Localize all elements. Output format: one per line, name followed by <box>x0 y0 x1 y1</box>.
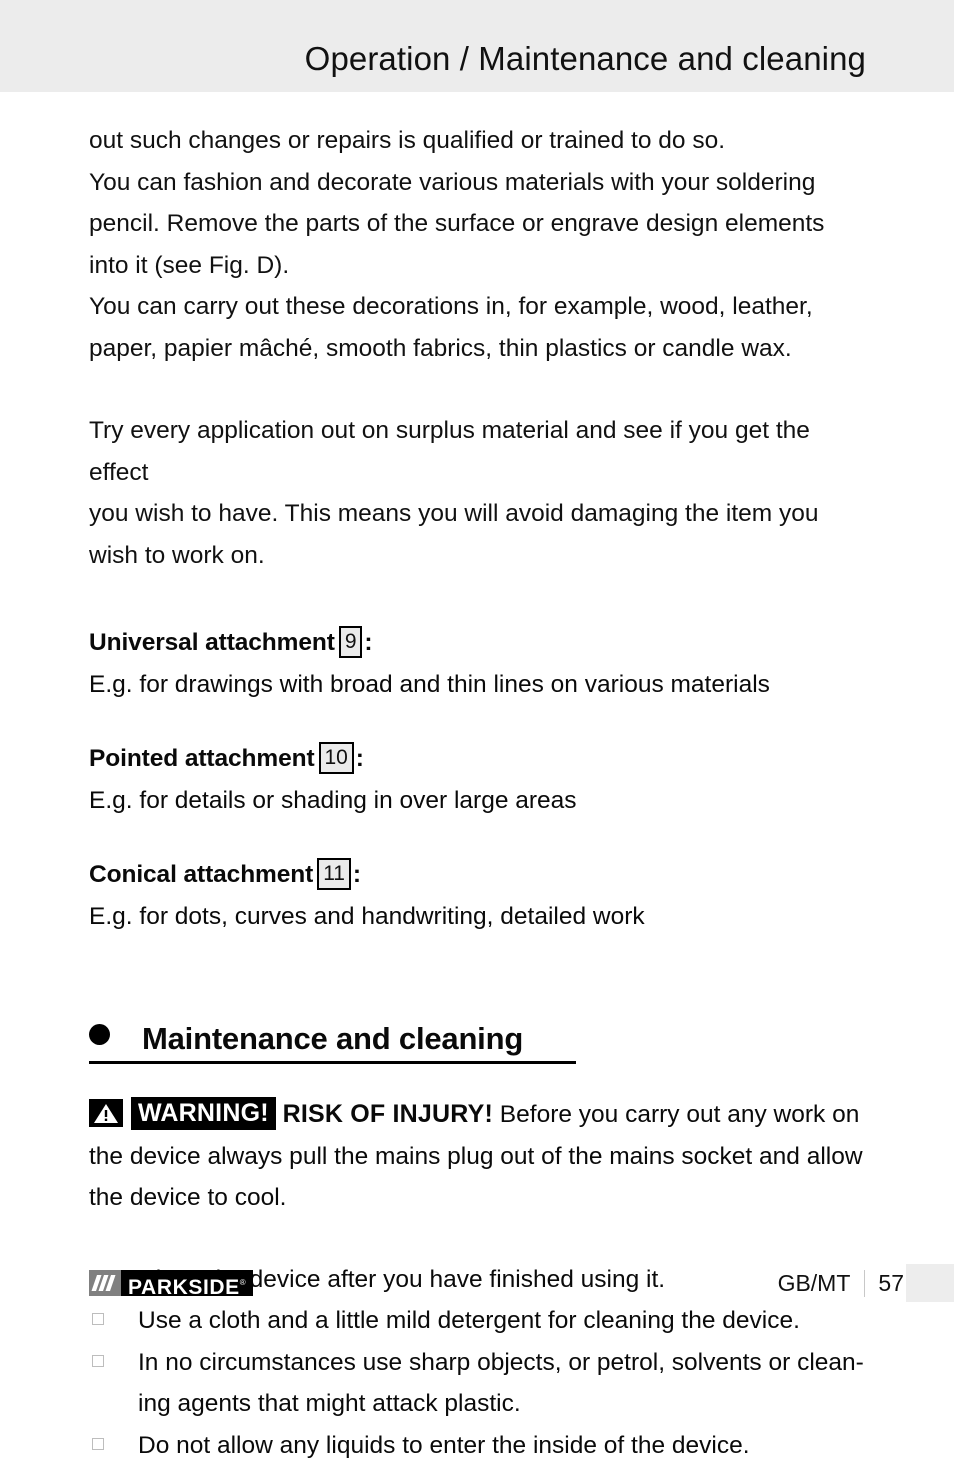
filled-circle-bullet-icon <box>89 1024 110 1045</box>
attachment-colon: : <box>355 745 364 772</box>
warning-paragraph: WARNING! RISK OF INJURY! Before you carr… <box>89 1094 871 1219</box>
attachment-block-universal: Universal attachment 9: E.g. for drawings… <box>89 622 871 705</box>
parkside-wordmark-text: PARKSIDE <box>128 1276 240 1299</box>
paragraph-try-line: wish to work on. <box>89 541 265 569</box>
empty-square-bullet-icon <box>92 1354 104 1367</box>
attachment-description: E.g. for details or shading in over larg… <box>89 786 577 814</box>
attachment-ref-number-box: 9 <box>338 626 363 658</box>
attachment-description: E.g. for dots, curves and handwriting, d… <box>89 902 645 930</box>
footer-divider <box>864 1269 866 1297</box>
paragraph-try-application: Try every application out on surplus mat… <box>89 410 871 576</box>
warning-tag-label: WARNING! <box>131 1097 276 1130</box>
attachment-heading: Pointed attachment 10: <box>89 738 871 780</box>
footer-page-indicator: GB/MT 57 <box>778 1266 904 1300</box>
attachment-ref-number-box: 11 <box>317 858 351 890</box>
registered-trademark-icon: ® <box>239 1278 246 1287</box>
attachment-block-pointed: Pointed attachment 10: E.g. for details o… <box>89 738 871 821</box>
list-item: Do not allow any liquids to enter the in… <box>89 1425 871 1467</box>
page-header-title: Operation / Maintenance and cleaning <box>304 40 866 77</box>
warning-risk-label: RISK OF INJURY! <box>282 1100 493 1128</box>
page-body: out such changes or repairs is qualified… <box>0 92 954 1459</box>
attachment-description: E.g. for drawings with broad and thin li… <box>89 670 770 698</box>
page-footer: PARKSIDE® GB/MT 57 <box>0 1264 954 1345</box>
attachment-colon: : <box>352 861 361 888</box>
attachment-colon: : <box>364 629 373 656</box>
attachment-title: Universal attachment <box>89 629 335 656</box>
section-heading-text: Maintenance and cleaning <box>142 1021 524 1056</box>
page-header-band: Operation / Maintenance and cleaning <box>0 0 954 92</box>
section-heading-rule <box>89 1061 576 1064</box>
list-item-text-line: ing agents that might attack plastic. <box>138 1390 521 1417</box>
empty-square-bullet-icon <box>92 1437 104 1450</box>
section-heading-row: Maintenance and cleaning <box>89 1021 576 1057</box>
parkside-wordmark: PARKSIDE® <box>121 1270 253 1299</box>
paragraph-intro-line: pencil. Remove the parts of the surface … <box>89 210 825 237</box>
attachment-ref-number-box: 10 <box>318 742 354 774</box>
list-item: In no circumstances use sharp objects, o… <box>89 1342 871 1425</box>
paragraph-intro-line: out such changes or repairs is qualified… <box>89 127 726 154</box>
warning-triangle-icon <box>89 1099 123 1127</box>
paragraph-intro-line: You can fashion and decorate various mat… <box>89 168 816 196</box>
paragraph-intro-line: into it (see Fig. D). <box>89 251 290 279</box>
footer-language-code: GB/MT <box>777 1270 851 1296</box>
parkside-logo: PARKSIDE® <box>89 1270 253 1299</box>
paragraph-try-line: you wish to have. This means you will av… <box>89 500 819 527</box>
section-heading-maintenance: Maintenance and cleaning <box>89 1021 576 1064</box>
paragraph-intro-line: paper, papier mâché, smooth fabrics, thi… <box>89 334 792 362</box>
attachment-heading: Conical attachment 11: <box>89 854 871 896</box>
attachment-title: Conical attachment <box>89 861 314 888</box>
attachment-block-conical: Conical attachment 11: E.g. for dots, cur… <box>89 854 871 937</box>
paragraph-intro: out such changes or repairs is qualified… <box>89 120 871 369</box>
list-item-text-line: In no circumstances use sharp objects, o… <box>138 1348 864 1376</box>
attachment-heading: Universal attachment 9: <box>89 622 871 664</box>
footer-page-number: 57 <box>878 1270 904 1296</box>
paragraph-try-line: Try every application out on surplus mat… <box>89 417 810 486</box>
list-item-text: Do not allow any liquids to enter the in… <box>138 1431 750 1459</box>
paragraph-intro-line: You can carry out these decorations in, … <box>89 293 813 320</box>
attachment-title: Pointed attachment <box>89 745 315 772</box>
footer-corner-block <box>906 1264 954 1302</box>
triple-slash-icon <box>89 1270 121 1296</box>
